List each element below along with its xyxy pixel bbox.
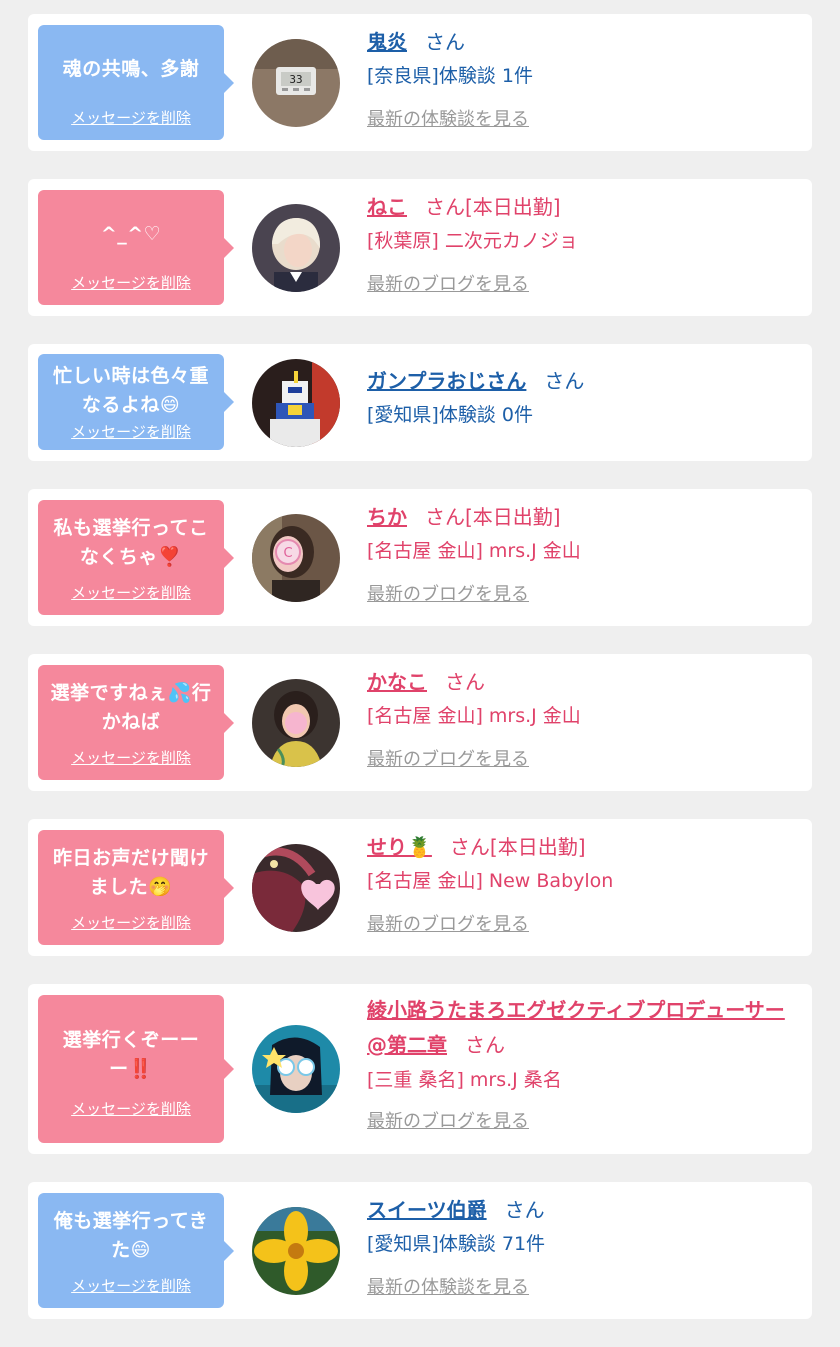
avatar[interactable] bbox=[252, 1025, 340, 1113]
user-info: かなこ さん [名古屋 金山] mrs.J 金山 最新のブログを見る bbox=[367, 666, 798, 771]
avatar[interactable] bbox=[252, 204, 340, 292]
message-bubble: 昨日お声だけ聞けました🤭 メッセージを削除 bbox=[38, 830, 234, 945]
honorific: さん bbox=[425, 30, 465, 54]
message-card: 忙しい時は色々重なるよね😄 メッセージを削除 ガンプラおじさん さん [愛知県]体… bbox=[28, 344, 812, 461]
delete-message-link[interactable]: メッセージを削除 bbox=[71, 1098, 191, 1119]
user-info: ちか さん[本日出勤] [名古屋 金山] mrs.J 金山 最新のブログを見る bbox=[367, 501, 798, 606]
svg-text:C: C bbox=[283, 546, 292, 561]
user-info: スイーツ伯爵 さん [愛知県]体験談 71件 最新の体験談を見る bbox=[367, 1194, 798, 1299]
message-card: 魂の共鳴、多謝 メッセージを削除 33 鬼炎 さん [奈良県]体験談 1件 最新の… bbox=[28, 14, 812, 151]
message-card: 選挙ですねぇ💦行かねば メッセージを削除 かなこ さん [名古屋 金山] mrs.… bbox=[28, 654, 812, 791]
user-shop: [名古屋 金山] mrs.J 金山 bbox=[367, 705, 581, 727]
honorific: さん bbox=[504, 1198, 545, 1222]
user-shop: [名古屋 金山] New Babylon bbox=[367, 870, 614, 892]
avatar[interactable] bbox=[252, 1207, 340, 1295]
user-location: [愛知県]体験談 0件 bbox=[367, 404, 533, 426]
honorific: さん bbox=[465, 1033, 505, 1057]
message-text: 選挙行くぞーーー‼️ bbox=[62, 1028, 200, 1080]
latest-post-link[interactable]: 最新のブログを見る bbox=[367, 1111, 529, 1132]
latest-post-link[interactable]: 最新の体験談を見る bbox=[367, 109, 529, 130]
user-name-link[interactable]: ガンプラおじさん bbox=[367, 369, 526, 393]
user-shop: [名古屋 金山] mrs.J 金山 bbox=[367, 540, 581, 562]
delete-message-link[interactable]: メッセージを削除 bbox=[71, 421, 191, 442]
message-bubble: 私も選挙行ってこなくちゃ❣️ メッセージを削除 bbox=[38, 500, 234, 615]
user-info: ねこ さん[本日出勤] [秋葉原] 二次元カノジョ 最新のブログを見る bbox=[367, 191, 798, 296]
delete-message-link[interactable]: メッセージを削除 bbox=[71, 107, 191, 128]
message-bubble: 選挙行くぞーーー‼️ メッセージを削除 bbox=[38, 995, 234, 1143]
message-text: 魂の共鳴、多謝 bbox=[62, 57, 200, 80]
avatar[interactable] bbox=[252, 359, 340, 447]
delete-message-link[interactable]: メッセージを削除 bbox=[71, 747, 191, 768]
latest-post-link[interactable]: 最新のブログを見る bbox=[367, 274, 529, 295]
user-info: 鬼炎 さん [奈良県]体験談 1件 最新の体験談を見る bbox=[367, 26, 798, 131]
avatar[interactable]: 33 bbox=[252, 39, 340, 127]
honorific: さん[本日出勤] bbox=[425, 505, 561, 529]
delete-message-link[interactable]: メッセージを削除 bbox=[71, 582, 191, 603]
delete-message-link[interactable]: メッセージを削除 bbox=[71, 272, 191, 293]
message-list: 魂の共鳴、多謝 メッセージを削除 33 鬼炎 さん [奈良県]体験談 1件 最新の… bbox=[0, 0, 840, 1347]
user-shop: [三重 桑名] mrs.J 桑名 bbox=[367, 1069, 562, 1091]
message-bubble: ^_^♡ メッセージを削除 bbox=[38, 190, 234, 305]
user-name-link[interactable]: せり🍍 bbox=[367, 835, 432, 859]
honorific: さん[本日出勤] bbox=[425, 195, 561, 219]
honorific: さん bbox=[544, 369, 585, 393]
delete-message-link[interactable]: メッセージを削除 bbox=[71, 912, 191, 933]
message-text: 昨日お声だけ聞けました🤭 bbox=[52, 847, 209, 898]
user-name-link[interactable]: 鬼炎 bbox=[367, 30, 407, 54]
user-info: せり🍍 さん[本日出勤] [名古屋 金山] New Babylon 最新のブログを… bbox=[367, 831, 798, 936]
user-name-link[interactable]: スイーツ伯爵 bbox=[367, 1198, 487, 1222]
latest-post-link[interactable]: 最新の体験談を見る bbox=[367, 1277, 529, 1298]
user-name-link[interactable]: ちか bbox=[367, 505, 407, 529]
message-card: ^_^♡ メッセージを削除 ねこ さん[本日出勤] [秋葉原] 二次元カノジョ 最… bbox=[28, 179, 812, 316]
user-name-link[interactable]: かなこ bbox=[367, 670, 427, 694]
message-text: 忙しい時は色々重なるよね😄 bbox=[52, 364, 209, 416]
message-bubble: 俺も選挙行ってきた😄 メッセージを削除 bbox=[38, 1193, 234, 1308]
message-bubble: 忙しい時は色々重なるよね😄 メッセージを削除 bbox=[38, 354, 234, 450]
latest-post-link[interactable]: 最新のブログを見る bbox=[367, 584, 529, 605]
latest-post-link[interactable]: 最新のブログを見る bbox=[367, 749, 529, 770]
message-card: 俺も選挙行ってきた😄 メッセージを削除 スイーツ伯爵 さん [愛知県]体験談 71… bbox=[28, 1182, 812, 1319]
avatar[interactable]: C bbox=[252, 514, 340, 602]
svg-text:33: 33 bbox=[289, 73, 302, 86]
message-card: 昨日お声だけ聞けました🤭 メッセージを削除 せり🍍 さん[本日出勤] [名古屋 金… bbox=[28, 819, 812, 956]
message-text: 選挙ですねぇ💦行かねば bbox=[50, 682, 212, 733]
user-location: [奈良県]体験談 1件 bbox=[367, 65, 533, 87]
user-name-link[interactable]: 綾小路うたまろエグゼクティブプロデューサー@第二章 bbox=[367, 998, 785, 1057]
user-shop: [秋葉原] 二次元カノジョ bbox=[367, 230, 578, 252]
user-location: [愛知県]体験談 71件 bbox=[367, 1233, 546, 1255]
honorific: さん[本日出勤] bbox=[449, 835, 586, 859]
message-bubble: 選挙ですねぇ💦行かねば メッセージを削除 bbox=[38, 665, 234, 780]
message-card: 私も選挙行ってこなくちゃ❣️ メッセージを削除 C ちか さん[本日出勤] [名古… bbox=[28, 489, 812, 626]
latest-post-link[interactable]: 最新のブログを見る bbox=[367, 914, 529, 935]
message-text: 俺も選挙行ってきた😄 bbox=[53, 1210, 209, 1261]
message-bubble: 魂の共鳴、多謝 メッセージを削除 bbox=[38, 25, 234, 140]
delete-message-link[interactable]: メッセージを削除 bbox=[71, 1275, 191, 1296]
honorific: さん bbox=[445, 670, 485, 694]
avatar[interactable] bbox=[252, 679, 340, 767]
message-card: 選挙行くぞーーー‼️ メッセージを削除 綾小路うたまろエグゼクティブプロデューサ… bbox=[28, 984, 812, 1154]
avatar[interactable] bbox=[252, 844, 340, 932]
message-text: ^_^♡ bbox=[100, 222, 162, 245]
user-info: ガンプラおじさん さん [愛知県]体験談 0件 bbox=[367, 365, 798, 432]
user-info: 綾小路うたまろエグゼクティブプロデューサー@第二章 さん [三重 桑名] mrs.… bbox=[367, 993, 798, 1133]
user-name-link[interactable]: ねこ bbox=[367, 195, 407, 219]
message-text: 私も選挙行ってこなくちゃ❣️ bbox=[53, 517, 209, 568]
